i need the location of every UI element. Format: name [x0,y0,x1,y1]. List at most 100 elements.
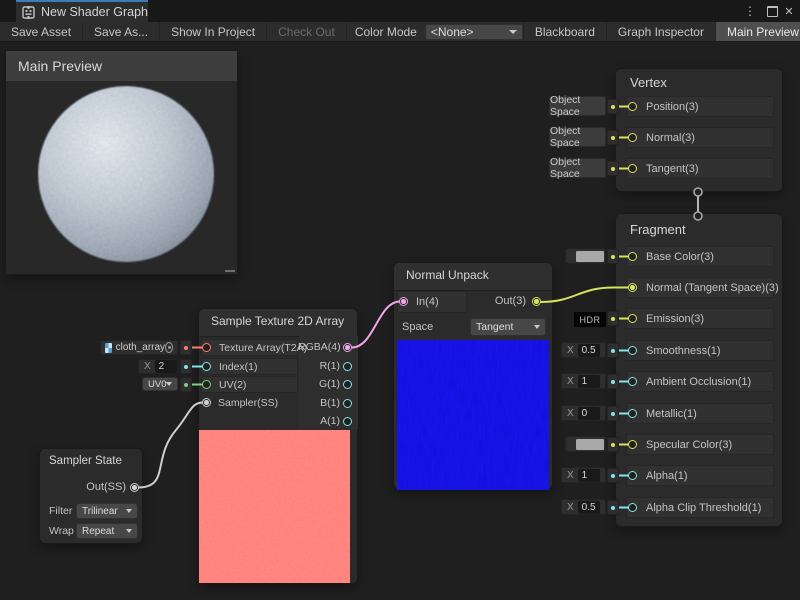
check-out-button: Check Out [267,22,347,41]
port-metallic[interactable] [628,409,637,418]
panel-resize-handle[interactable] [225,270,235,272]
port-r-out[interactable] [343,362,352,371]
color-swatch [576,251,604,262]
object-picker-icon[interactable] [165,342,173,353]
base-color-swatch[interactable] [565,248,606,264]
color-mode-value: <None> [431,25,474,39]
port-sampler-in[interactable] [202,398,211,407]
main-preview-panel[interactable]: Main Preview [5,50,238,275]
port-normal-tangent-space[interactable] [628,283,637,292]
emission-hdr-field[interactable]: HDR [573,311,607,328]
object-space-tag[interactable]: Object Space [549,96,606,116]
fragment-slot-normal: Normal (Tangent Space)(3) [626,277,774,298]
port-label: UV(2) [219,379,246,391]
port-normal-unpack-out[interactable] [532,297,541,306]
sample-slot-uv: UV(2) [201,376,298,393]
filter-dropdown[interactable]: Trilinear [76,503,138,519]
toolbar: Save Asset Save As... Show In Project Ch… [0,22,800,42]
fragment-slot-alpha: Alpha(1) [626,465,774,486]
close-icon[interactable]: ✕ [781,0,797,22]
fragment-slot-alpha-clip: Alpha Clip Threshold(1) [626,497,774,518]
tab-new-shader-graph[interactable]: New Shader Graph [16,0,148,22]
port-ambient-occlusion[interactable] [628,377,637,386]
metallic-field[interactable]: X0 [561,405,606,421]
alpha-clip-field[interactable]: X0.5 [561,499,606,515]
shader-graph-icon [22,6,35,19]
save-asset-button[interactable]: Save Asset [0,22,83,41]
port-specular-color[interactable] [628,440,637,449]
maximize-icon[interactable] [763,0,781,22]
port-index-in[interactable] [202,362,211,371]
port-texture-array-in[interactable] [202,343,211,352]
x-label: X [567,376,574,387]
port-tangent[interactable] [628,164,637,173]
menu-kebab-icon[interactable]: ⋮ [742,0,758,22]
sample-slot-texture-array: Texture Array(T2A) [201,339,298,356]
object-space-tag[interactable]: Object Space [549,127,606,147]
port-position[interactable] [628,102,637,111]
chevron-down-icon [534,325,540,329]
vertex-node-title: Vertex [630,75,667,90]
blackboard-button[interactable]: Blackboard [524,22,607,41]
port-label: Normal (Tangent Space)(3) [646,282,779,294]
chevron-down-icon [509,30,517,34]
port-label: Normal(3) [646,132,695,144]
fragment-slot-smoothness: Smoothness(1) [626,340,774,361]
port-label: Alpha Clip Threshold(1) [646,502,761,514]
uv-channel-dropdown[interactable]: UV0 [142,377,178,391]
port-uv-in[interactable] [202,380,211,389]
space-dropdown[interactable]: Tangent [470,318,546,336]
chevron-down-icon [166,382,172,386]
title-bar: New Shader Graph ⋮ ✕ [0,0,800,22]
sample-slot-index: Index(1) [201,358,298,375]
port-label: Emission(3) [646,313,704,325]
sampler-state-title: Sampler State [49,455,122,467]
texture-array-field[interactable]: cloth_array [100,340,178,355]
port-label: Alpha(1) [646,470,688,482]
object-space-tag[interactable]: Object Space [549,158,606,178]
wrap-dropdown[interactable]: Repeat [76,523,138,539]
value-field[interactable]: 0 [578,407,600,420]
save-as-button[interactable]: Save As... [83,22,160,41]
port-rgba-out[interactable] [343,343,352,352]
port-smoothness[interactable] [628,346,637,355]
smoothness-field[interactable]: X0.5 [561,342,606,358]
port-alpha-clip-threshold[interactable] [628,503,637,512]
port-sampler-state-out[interactable] [130,483,139,492]
main-preview-button[interactable]: Main Preview [716,22,800,41]
port-alpha[interactable] [628,471,637,480]
port-label: B(1) [298,397,340,409]
wrap-label: Wrap [49,525,74,537]
specular-color-swatch[interactable] [565,436,606,452]
port-emission[interactable] [628,314,637,323]
value-field[interactable]: 1 [578,469,600,482]
value-field[interactable]: 1 [578,375,600,388]
port-label: Tangent(3) [646,163,699,175]
alpha-field[interactable]: X1 [561,467,606,483]
value-field[interactable]: 0.5 [578,501,600,514]
index-field[interactable]: X2 [138,359,178,374]
port-g-out[interactable] [343,380,352,389]
port-label: Base Color(3) [646,251,714,263]
port-label: Ambient Occlusion(1) [646,376,751,388]
sample-node-title: Sample Texture 2D Array [211,314,344,328]
port-b-out[interactable] [343,399,352,408]
ambient-occlusion-field[interactable]: X1 [561,373,606,389]
color-mode-dropdown[interactable]: <None> [425,24,523,40]
port-base-color[interactable] [628,252,637,261]
value-field[interactable]: 0.5 [578,344,600,357]
value-field[interactable]: 2 [155,360,177,373]
show-in-project-button[interactable]: Show In Project [160,22,267,41]
texture-name: cloth_array [116,342,165,353]
fragment-slot-ambient-occlusion: Ambient Occlusion(1) [626,371,774,392]
connector-stub [180,377,192,392]
graph-inspector-button[interactable]: Graph Inspector [607,22,716,41]
port-a-out[interactable] [343,417,352,426]
chevron-down-icon [126,509,132,513]
main-preview-header[interactable]: Main Preview [6,51,237,81]
sample-slot-sampler: Sampler(SS) [201,394,298,411]
vertex-slot-tangent: Tangent(3) [626,158,774,179]
port-normal[interactable] [628,133,637,142]
port-normal-unpack-in[interactable] [399,297,408,306]
fragment-slot-metallic: Metallic(1) [626,403,774,424]
